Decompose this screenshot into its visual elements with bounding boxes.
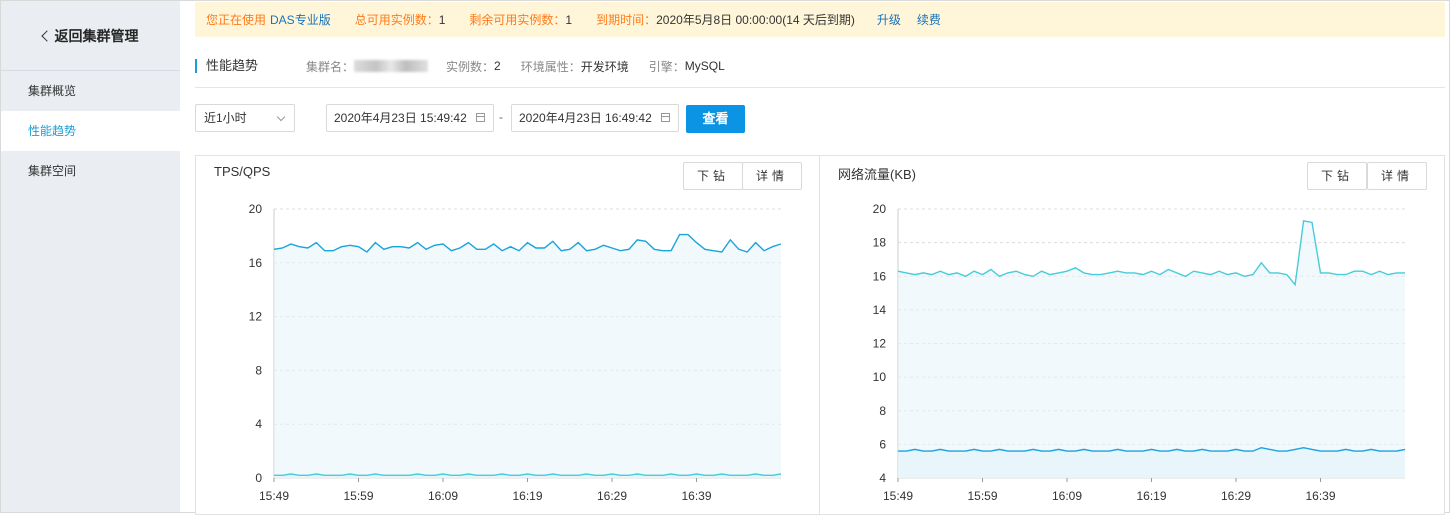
engine-value: MySQL bbox=[684, 59, 725, 73]
x-tick-label: 16:09 bbox=[428, 489, 458, 503]
page-title: 性能趋势 bbox=[195, 59, 258, 73]
x-tick-label: 16:39 bbox=[681, 489, 711, 503]
y-tick-label: 8 bbox=[255, 363, 262, 377]
network-traffic-chart: 4 6 8 10 12 14 16 18 20 15:49 15:59 16:09 16:19 16:29… bbox=[873, 202, 1406, 503]
series-area bbox=[274, 234, 781, 478]
y-tick-label: 14 bbox=[873, 303, 887, 317]
chevron-down-icon bbox=[276, 112, 286, 122]
cluster-info-row: 性能趋势 集群名： 实例数： 2 环境属性： 开发环境 引擎： MySQL bbox=[195, 45, 1445, 88]
time-range-select[interactable]: 近1小时 bbox=[195, 104, 295, 132]
x-tick-label: 16:19 bbox=[512, 489, 542, 503]
env-label: 环境属性： bbox=[520, 59, 581, 74]
y-tick-label: 8 bbox=[879, 404, 886, 418]
y-tick-label: 10 bbox=[873, 370, 887, 384]
instances-label: 实例数： bbox=[446, 59, 495, 74]
x-tick-label: 16:29 bbox=[1221, 489, 1251, 503]
x-tick-label: 15:59 bbox=[343, 489, 373, 503]
expire-value: 2020年5月8日 00:00:00(14 天后到期) bbox=[656, 13, 855, 27]
start-date-input[interactable]: 2020年4月23日 15:49:42 bbox=[326, 104, 494, 132]
x-tick-label: 16:29 bbox=[597, 489, 627, 503]
calendar-icon bbox=[476, 113, 485, 122]
time-range-value: 近1小时 bbox=[204, 111, 247, 125]
y-tick-label: 12 bbox=[873, 337, 887, 351]
back-to-cluster-management[interactable]: 返回集群管理 bbox=[1, 1, 180, 71]
notice-using-prefix: 您正在使用 bbox=[206, 13, 267, 27]
series-area bbox=[898, 447, 1405, 478]
tps-qps-panel: TPS/QPS 下钻 详情 0 4 8 12 16 20 15:49 15:59 16:09 16… bbox=[195, 155, 820, 515]
subscription-notice: 您正在使用 DAS专业版 总可用实例数： 1 剩余可用实例数： 1 到期时间： … bbox=[195, 2, 1445, 37]
x-tick-label: 15:49 bbox=[883, 489, 913, 503]
cluster-name-redacted bbox=[354, 60, 429, 72]
date-separator: - bbox=[499, 110, 503, 124]
network-traffic-panel: 网络流量(KB) 下钻 详情 4 6 8 10 12 14 16 18 20 15:49 15:59… bbox=[819, 155, 1445, 515]
edition-link[interactable]: DAS专业版 bbox=[270, 11, 331, 28]
y-tick-label: 6 bbox=[879, 437, 886, 451]
upgrade-link[interactable]: 升级 bbox=[877, 11, 901, 28]
back-label: 返回集群管理 bbox=[54, 27, 139, 44]
y-tick-label: 18 bbox=[873, 236, 887, 250]
y-tick-label: 0 bbox=[255, 471, 262, 485]
y-tick-label: 20 bbox=[873, 202, 887, 216]
y-tick-label: 16 bbox=[249, 256, 263, 270]
sidebar-item-cluster-overview[interactable]: 集群概览 bbox=[1, 71, 180, 111]
total-instances-value: 1 bbox=[438, 12, 446, 27]
sidebar: 返回集群管理 集群概览 性能趋势 集群空间 bbox=[1, 1, 180, 512]
x-tick-label: 16:39 bbox=[1305, 489, 1335, 503]
end-date-input[interactable]: 2020年4月23日 16:49:42 bbox=[511, 104, 679, 132]
total-instances-label: 总可用实例数： bbox=[354, 13, 439, 27]
sidebar-item-cluster-space[interactable]: 集群空间 bbox=[1, 151, 180, 191]
cluster-name-label: 集群名： bbox=[306, 59, 355, 74]
remaining-instances-label: 剩余可用实例数： bbox=[469, 13, 566, 27]
end-date-value: 2020年4月23日 16:49:42 bbox=[519, 111, 652, 125]
env-value: 开发环境 bbox=[580, 59, 629, 74]
view-button[interactable]: 查看 bbox=[686, 105, 745, 133]
y-tick-label: 4 bbox=[879, 471, 886, 485]
sidebar-item-performance-trend[interactable]: 性能趋势 bbox=[1, 111, 180, 151]
x-tick-label: 15:49 bbox=[259, 489, 289, 503]
series-area bbox=[898, 220, 1405, 479]
expire-label: 到期时间： bbox=[596, 13, 657, 27]
start-date-value: 2020年4月23日 15:49:42 bbox=[334, 111, 467, 125]
x-tick-label: 16:19 bbox=[1136, 489, 1166, 503]
y-tick-label: 16 bbox=[873, 269, 887, 283]
tps-qps-chart: 0 4 8 12 16 20 15:49 15:59 16:09 16:19 16:29 16:39 bbox=[249, 202, 782, 503]
chevron-left-icon bbox=[40, 29, 53, 42]
x-tick-label: 15:59 bbox=[967, 489, 997, 503]
y-tick-label: 4 bbox=[255, 417, 262, 431]
y-tick-label: 20 bbox=[249, 202, 263, 216]
remaining-instances-value: 1 bbox=[565, 12, 573, 27]
calendar-icon bbox=[661, 113, 670, 122]
x-tick-label: 16:09 bbox=[1052, 489, 1082, 503]
instances-value: 2 bbox=[494, 59, 501, 73]
y-tick-label: 12 bbox=[249, 310, 263, 324]
engine-label: 引擎： bbox=[648, 59, 685, 74]
renew-link[interactable]: 续费 bbox=[917, 11, 941, 28]
